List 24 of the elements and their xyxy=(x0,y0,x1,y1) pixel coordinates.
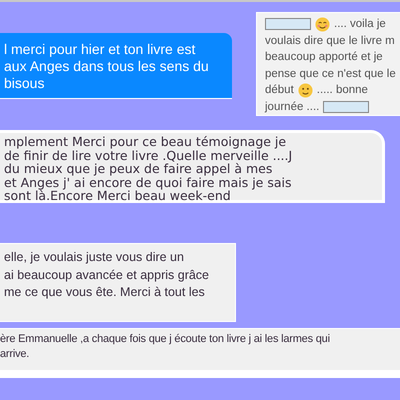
message-text: ère Emmanuelle ,a chaque fois que j écoute ton livre j ai les larmes qui xyxy=(0,332,331,347)
message-text: .... voila je xyxy=(334,18,386,30)
message-text: me ce que vous ête. Merci à tout les xyxy=(4,284,206,301)
redaction-bar xyxy=(323,100,370,113)
smiling-face-icon xyxy=(298,82,313,98)
message-text: beaucoup apporté et je xyxy=(265,51,383,64)
message-text: journée .... xyxy=(265,100,320,113)
message-text: début xyxy=(265,84,294,96)
blushing-face-icon xyxy=(315,16,330,32)
message-text: mplement Merci pour ce beau témoignage je xyxy=(4,135,288,148)
message-text: sont là.Encore Merci beau week-end xyxy=(4,189,232,202)
message-text: ai beaucoup avancée et appris grâce xyxy=(4,266,210,284)
message-text: bisous xyxy=(4,75,46,91)
message-text: voulais dire que le livre m xyxy=(265,34,395,47)
message-text: l merci pour hier et ton livre est xyxy=(4,41,196,57)
message-text: arrive. xyxy=(0,347,30,362)
message-text: aux Anges dans tous les sens du xyxy=(4,58,210,74)
message-text: pense que ce n'est que le xyxy=(265,68,396,80)
redaction-bar xyxy=(265,18,311,30)
message-text: et Anges j' ai encore de quoi faire mais je sais xyxy=(4,176,292,189)
message-text: ..... bonne xyxy=(316,84,368,96)
message-text: de finir de lire votre livre .Quelle merveille ....J xyxy=(4,148,294,162)
message-text: elle, je voulais juste vous dire un xyxy=(4,249,185,266)
message-text: du mieux que je peux de faire appel à mes xyxy=(4,162,274,176)
